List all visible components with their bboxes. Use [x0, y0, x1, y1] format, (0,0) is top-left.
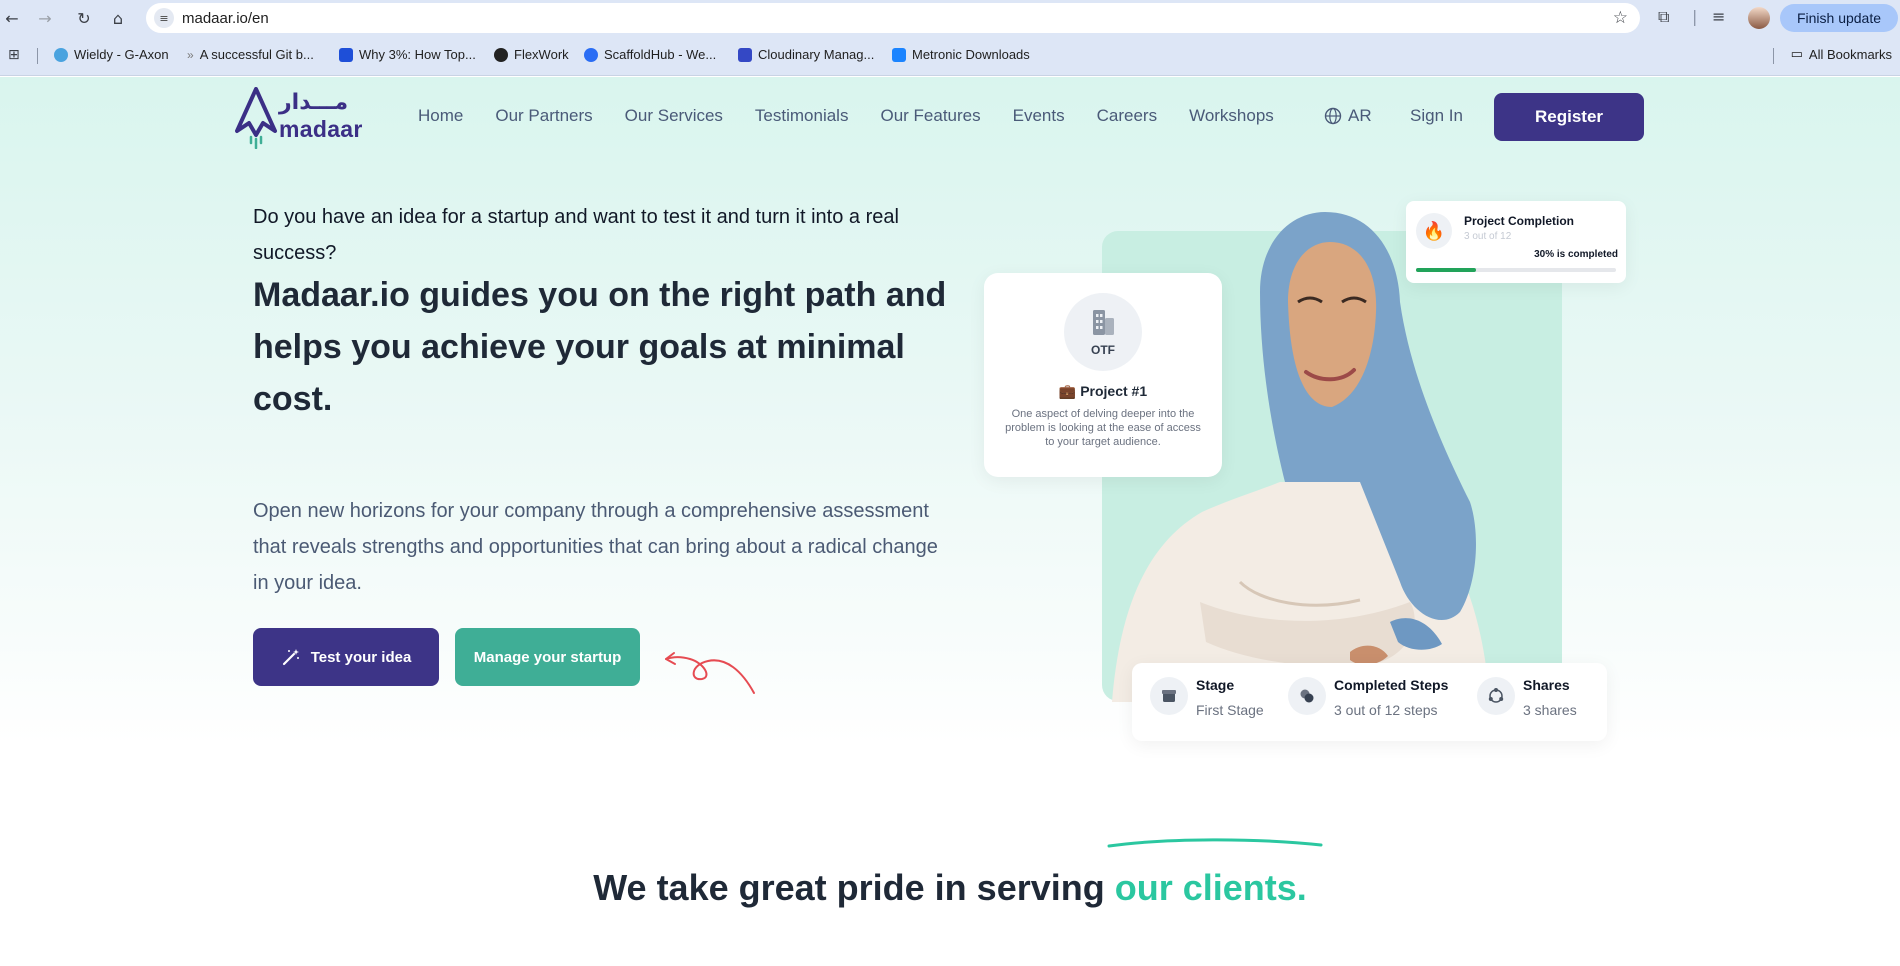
- hero-headline: Madaar.io guides you on the right path a…: [253, 276, 947, 418]
- nav-home[interactable]: Home: [418, 106, 463, 126]
- bookmark-label: Wieldy - G-Axon: [74, 47, 169, 62]
- url-text[interactable]: madaar.io/en: [182, 10, 269, 27]
- sign-in-link[interactable]: Sign In: [1410, 106, 1463, 126]
- stat-value: 3 out of 12 steps: [1334, 702, 1438, 718]
- toolbar-divider: |: [1692, 7, 1698, 26]
- nav-our-partners[interactable]: Our Partners: [495, 106, 592, 126]
- metronic-favicon-icon: [892, 47, 906, 62]
- home-icon[interactable]: ⌂: [106, 6, 130, 30]
- language-switcher[interactable]: AR: [1324, 106, 1372, 126]
- nav-testimonials[interactable]: Testimonials: [755, 106, 849, 126]
- fire-icon: 🔥: [1416, 213, 1452, 249]
- main-navigation: Home Our Partners Our Services Testimoni…: [418, 106, 1306, 126]
- flexwork-favicon-icon: [494, 47, 508, 62]
- project-card: OTF 💼 Project #1 One aspect of delving d…: [984, 273, 1222, 477]
- stat-label: Completed Steps: [1334, 677, 1449, 693]
- bookmark-item[interactable]: ScaffoldHub - We...: [584, 47, 716, 62]
- rocket-logo-icon: [235, 87, 277, 150]
- clients-heading-main: We take great pride in serving: [593, 867, 1115, 908]
- bookmarks-divider: [1773, 48, 1774, 64]
- completion-progress-fill: [1416, 268, 1476, 272]
- stage-icon: [1150, 677, 1188, 715]
- stat-value: 3 shares: [1523, 702, 1577, 718]
- bookmark-item[interactable]: FlexWork: [494, 47, 569, 62]
- clients-heading: We take great pride in serving our clien…: [0, 867, 1900, 909]
- bookmark-label: Why 3%: How Top...: [359, 47, 476, 62]
- manage-startup-button[interactable]: Manage your startup: [455, 628, 640, 686]
- site-info-icon[interactable]: ≡: [154, 8, 174, 28]
- shares-icon: [1477, 677, 1515, 715]
- stat-value: First Stage: [1196, 702, 1264, 718]
- completion-title: Project Completion: [1464, 214, 1575, 228]
- stat-label: Shares: [1523, 677, 1570, 693]
- bookmark-item[interactable]: » A successful Git b...: [187, 47, 314, 62]
- completion-subtitle: 3 out of 12: [1464, 231, 1512, 242]
- accent-underline-icon: [1107, 838, 1323, 848]
- scaffoldhub-favicon-icon: [584, 47, 598, 62]
- cloudinary-favicon-icon: [738, 47, 752, 62]
- bookmarks-bar: ⊞ Wieldy - G-Axon » A successful Git b..…: [0, 36, 1900, 76]
- clients-heading-accent: our clients.: [1114, 867, 1307, 908]
- bookmarks-divider: [37, 48, 38, 64]
- otf-badge: OTF: [1064, 293, 1142, 371]
- bookmark-label: A successful Git b...: [199, 47, 314, 62]
- hero-paragraph: Open new horizons for your company throu…: [253, 500, 938, 594]
- nav-careers[interactable]: Careers: [1097, 106, 1157, 126]
- nav-our-services[interactable]: Our Services: [625, 106, 723, 126]
- globe-icon: [1324, 107, 1342, 125]
- logo-english-text: madaar: [279, 116, 363, 142]
- profile-avatar[interactable]: [1748, 7, 1770, 29]
- git-favicon-icon: »: [187, 47, 194, 62]
- steps-icon: [1288, 677, 1326, 715]
- project-title: 💼 Project #1: [1058, 383, 1148, 399]
- nav-our-features[interactable]: Our Features: [880, 106, 980, 126]
- nav-workshops[interactable]: Workshops: [1189, 106, 1274, 126]
- nav-events[interactable]: Events: [1013, 106, 1065, 126]
- apps-grid-icon[interactable]: ⊞: [8, 47, 20, 63]
- bookmark-item[interactable]: Wieldy - G-Axon: [54, 47, 169, 62]
- bookmark-label: ScaffoldHub - We...: [604, 47, 717, 62]
- building-icon: [1093, 310, 1114, 335]
- page-content: مـــدار madaar Home Our Partners Our Ser…: [0, 77, 1900, 966]
- browser-toolbar: ← → ↻ ⌂ ≡ madaar.io/en ☆ ⧉ | ≡ Finish up…: [0, 0, 1900, 36]
- bookmark-label: Cloudinary Manag...: [758, 47, 875, 62]
- bookmark-item[interactable]: Why 3%: How Top...: [339, 47, 476, 62]
- media-control-icon[interactable]: ≡: [1712, 7, 1725, 26]
- curly-arrow-icon: [665, 652, 755, 694]
- reload-icon[interactable]: ↻: [72, 6, 96, 30]
- bookmark-label: Metronic Downloads: [912, 47, 1030, 62]
- project-description: One aspect of delving deeper into the pr…: [1005, 408, 1201, 448]
- startup-stats-card: Stage First Stage Completed Steps 3 out …: [1132, 663, 1607, 741]
- all-bookmarks-button[interactable]: ▭ All Bookmarks: [1791, 47, 1892, 62]
- site-logo[interactable]: مـــدار madaar: [233, 87, 363, 150]
- back-icon[interactable]: ←: [0, 6, 24, 30]
- bookmark-label: FlexWork: [514, 47, 569, 62]
- wieldy-favicon-icon: [54, 47, 68, 62]
- completion-progress-track: [1416, 268, 1616, 272]
- stat-label: Stage: [1196, 677, 1235, 693]
- completion-percent-label: 30% is completed: [1534, 249, 1618, 260]
- logo-arabic-text: مـــدار: [279, 90, 349, 115]
- all-bookmarks-label: All Bookmarks: [1808, 47, 1892, 62]
- finish-update-button[interactable]: Finish update: [1780, 4, 1898, 32]
- folder-icon: ▭: [1790, 47, 1803, 62]
- magic-wand-icon: [282, 649, 299, 666]
- extensions-icon[interactable]: ⧉: [1658, 7, 1669, 27]
- bookmark-item[interactable]: Metronic Downloads: [892, 47, 1030, 62]
- test-idea-label: Test your idea: [310, 648, 412, 666]
- language-label: AR: [1348, 106, 1372, 125]
- bookmark-star-icon[interactable]: ☆: [1613, 8, 1628, 28]
- otf-label: OTF: [1091, 343, 1115, 357]
- forward-icon[interactable]: →: [33, 6, 57, 30]
- register-button[interactable]: Register: [1494, 93, 1644, 141]
- bookmark-item[interactable]: Cloudinary Manag...: [738, 47, 874, 62]
- hero-question: Do you have an idea for a startup and wa…: [253, 206, 899, 264]
- test-idea-button[interactable]: Test your idea: [253, 628, 439, 686]
- address-bar[interactable]: ≡ madaar.io/en ☆: [146, 3, 1640, 33]
- why3-favicon-icon: [339, 47, 353, 62]
- project-completion-card: 🔥 Project Completion 3 out of 12 30% is …: [1406, 201, 1626, 283]
